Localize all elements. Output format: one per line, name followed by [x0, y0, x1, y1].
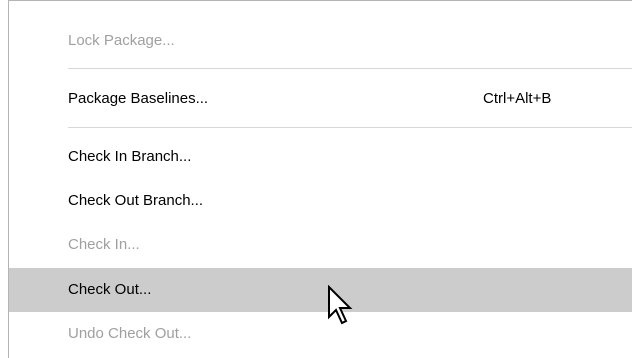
menu-item-check-in[interactable]: Check In... [9, 223, 632, 267]
menu-item-label: Check In Branch... [68, 148, 192, 165]
menu-item-package-baselines[interactable]: Package Baselines... Ctrl+Alt+B [9, 77, 632, 121]
menu-item-check-out[interactable]: Check Out... [9, 268, 632, 312]
menu-item-label: Check Out... [68, 281, 152, 298]
menu-separator [68, 127, 632, 128]
menu-item-label: Check In... [68, 236, 140, 253]
arrow-cursor-icon [328, 285, 353, 325]
menu-item-undo-check-out[interactable]: Undo Check Out... [9, 312, 632, 356]
menu-item-check-in-branch[interactable]: Check In Branch... [9, 135, 632, 179]
menu-item-label: Check Out Branch... [68, 192, 204, 209]
menu-item-label: Package Baselines... [68, 90, 209, 107]
menu-item-lock-package[interactable]: Lock Package... [9, 19, 632, 63]
menu-item-shortcut: Ctrl+Alt+B [483, 90, 552, 107]
context-menu: Lock Package... Package Baselines... Ctr… [8, 0, 632, 358]
menu-item-label: Undo Check Out... [68, 325, 192, 342]
menu-separator [68, 68, 632, 69]
menu-item-check-out-branch[interactable]: Check Out Branch... [9, 179, 632, 223]
menu-item-label: Lock Package... [68, 32, 175, 49]
